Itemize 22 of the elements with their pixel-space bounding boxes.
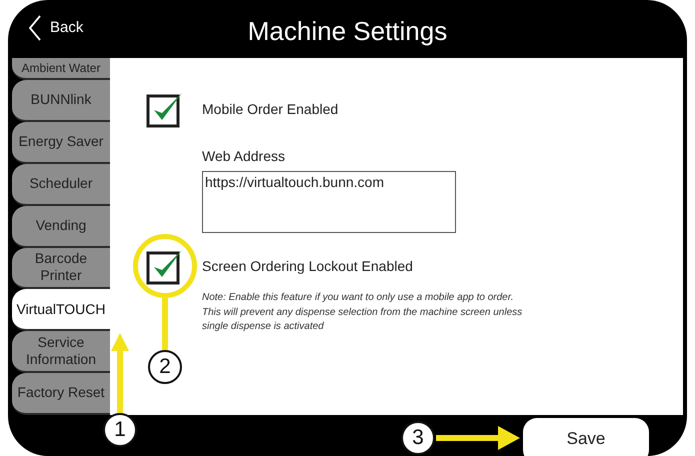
save-button[interactable]: Save [523,418,649,456]
back-button[interactable]: Back [24,12,88,44]
note-text: Note: Enable this feature if you want to only use a mobile app to order. This will prevent any dispense selection from the machine screen unless single dispense is activated [202,291,524,334]
callout-number: 1 [103,413,137,447]
sidebar-tab[interactable]: Barcode Printer [12,248,110,290]
callout-number: 2 [148,350,182,384]
web-address-field[interactable]: https://virtualtouch.bunn.com [202,171,456,233]
sidebar-tab[interactable]: Energy Saver [12,122,110,164]
checkbox-label: Screen Ordering Lockout Enabled [202,256,413,276]
checkbox-label: Mobile Order Enabled [202,100,338,118]
sidebar-tab[interactable]: Scheduler [12,164,110,206]
sidebar-tab[interactable]: Factory Reset [12,373,110,415]
sidebar-tab[interactable]: Service Information [12,331,110,374]
callout-number: 3 [401,421,435,455]
highlight-ring [133,234,197,298]
field-label: Web Address [202,147,286,166]
sidebar-tab[interactable]: Ambient Water [12,58,110,80]
sidebar-tab[interactable]: BUNNlink [12,80,110,122]
sidebar-tab[interactable]: VirtualTOUCH [12,289,110,332]
chevron-left-icon [28,14,42,42]
sidebar-tab[interactable]: Vending [12,206,110,248]
screen-title: Machine Settings [248,15,448,48]
